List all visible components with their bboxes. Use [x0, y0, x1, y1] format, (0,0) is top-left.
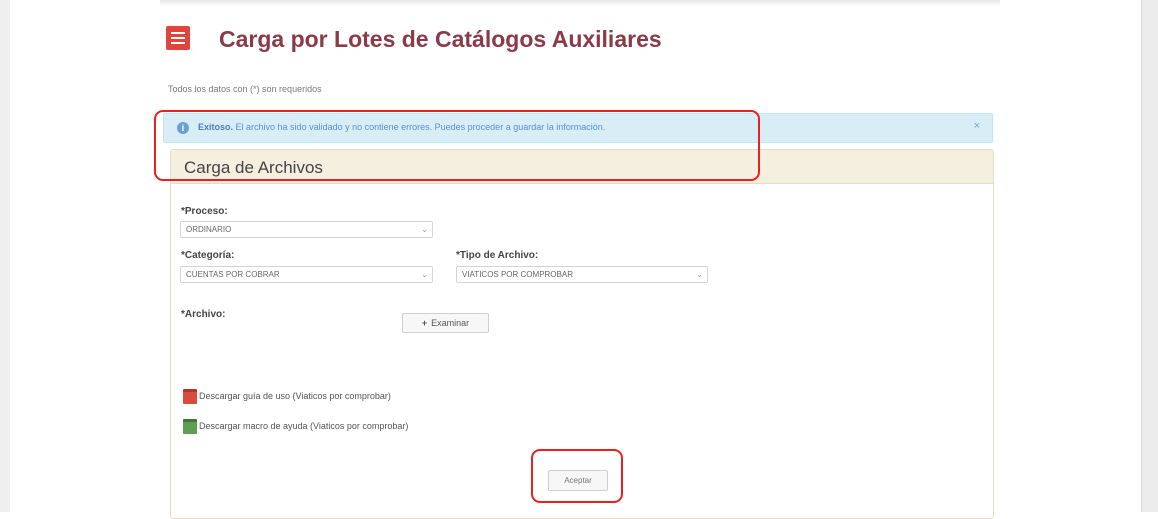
highlight-box [154, 110, 760, 181]
categoria-label: *Categoría: [181, 250, 235, 261]
tipo-archivo-value: VIATICOS POR COMPROBAR [462, 270, 573, 279]
download-guide-link[interactable]: Descargar guía de uso (Viaticos por comp… [199, 391, 391, 401]
tipo-archivo-select[interactable]: VIATICOS POR COMPROBAR ⌄ [456, 266, 708, 283]
proceso-value: ORDINARIO [186, 225, 232, 234]
left-gutter [0, 0, 10, 512]
alert-close-button[interactable]: × [974, 120, 980, 132]
top-shadow [160, 0, 1000, 6]
categoria-select[interactable]: CUENTAS POR COBRAR ⌄ [180, 266, 433, 283]
highlight-box [531, 449, 623, 503]
tipo-archivo-label: *Tipo de Archivo: [456, 250, 539, 261]
browse-label: Examinar [431, 318, 470, 328]
page-title: Carga por Lotes de Catálogos Auxiliares [219, 26, 662, 52]
categoria-value: CUENTAS POR COBRAR [186, 270, 280, 279]
pdf-file-icon [183, 389, 197, 404]
chevron-down-icon: ⌄ [696, 270, 703, 279]
excel-file-icon [183, 419, 197, 434]
plus-icon: + [421, 318, 428, 328]
required-note: Todos los datos con (*) son requeridos [168, 84, 322, 94]
chevron-down-icon: ⌄ [421, 270, 428, 279]
proceso-label: *Proceso: [181, 206, 228, 217]
vertical-scrollbar[interactable] [1141, 0, 1158, 512]
proceso-select[interactable]: ORDINARIO ⌄ [180, 221, 433, 238]
browse-button[interactable]: + Examinar [402, 313, 489, 333]
archivo-label: *Archivo: [181, 309, 226, 320]
download-macro-link[interactable]: Descargar macro de ayuda (Viaticos por c… [199, 421, 408, 431]
chevron-down-icon: ⌄ [421, 225, 428, 234]
menu-icon[interactable] [166, 26, 190, 50]
